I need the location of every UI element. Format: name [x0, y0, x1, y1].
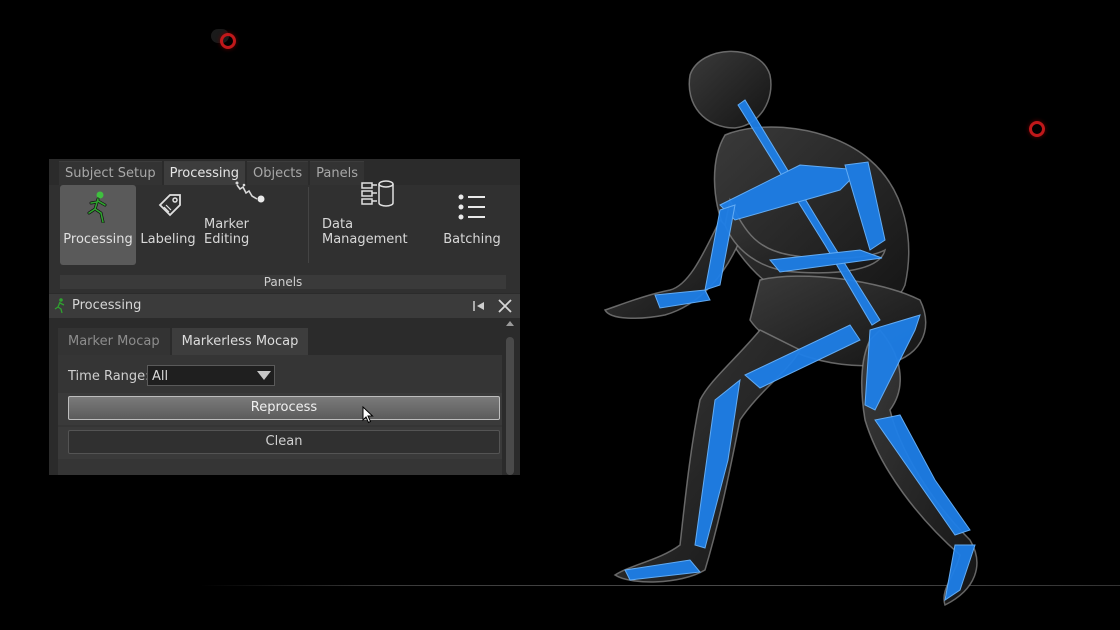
panel-scrollbar[interactable]	[505, 321, 515, 475]
time-range-label: Time Range:	[68, 369, 150, 384]
tool-labeling-label: Labeling	[140, 232, 196, 247]
close-icon[interactable]	[495, 296, 515, 316]
tool-processing[interactable]: Processing	[60, 185, 136, 265]
tag-icon	[151, 190, 185, 224]
processing-panel: Subject Setup Processing Objects Panels …	[49, 159, 520, 475]
tool-batching[interactable]: Batching	[441, 185, 503, 265]
clean-row: Clean	[58, 427, 502, 459]
tab-markerless-mocap[interactable]: Markerless Mocap	[171, 328, 309, 355]
data-management-icon	[361, 179, 395, 209]
pin-panel-icon[interactable]	[471, 298, 487, 314]
time-range-select[interactable]: All	[147, 365, 275, 386]
clean-button[interactable]: Clean	[68, 430, 500, 454]
scrollbar-thumb[interactable]	[506, 337, 514, 475]
list-icon	[455, 190, 489, 224]
ribbon-tabs: Subject Setup Processing Objects Panels	[59, 161, 364, 186]
tool-batching-label: Batching	[443, 232, 501, 247]
tool-marker-editing[interactable]: Marker Editing	[204, 181, 296, 265]
processing-panel-title: Processing	[72, 298, 142, 313]
tab-panels[interactable]: Panels	[310, 161, 364, 186]
markerless-mocap-content: Time Range: All Reprocess Clean	[58, 355, 502, 475]
reprocess-button[interactable]: Reprocess	[68, 396, 500, 420]
marker-editing-icon	[233, 179, 267, 209]
processing-header: Processing	[49, 294, 520, 318]
scroll-up-icon[interactable]	[506, 321, 514, 326]
tool-processing-label: Processing	[63, 232, 133, 247]
tool-labeling[interactable]: Labeling	[138, 185, 198, 265]
tab-subject-setup[interactable]: Subject Setup	[59, 161, 162, 186]
running-figure-icon	[53, 298, 67, 314]
ribbon-group-label: Panels	[60, 275, 506, 289]
tab-marker-mocap[interactable]: Marker Mocap	[58, 328, 170, 355]
figure-head	[688, 50, 772, 129]
chevron-down-icon	[257, 371, 271, 380]
tool-data-management[interactable]: Data Management	[322, 180, 434, 265]
running-figure-icon	[81, 190, 115, 224]
tool-data-management-label: Data Management	[322, 217, 408, 247]
tool-marker-editing-label: Marker Editing	[204, 217, 250, 247]
reprocess-row: Reprocess	[58, 393, 502, 425]
mouse-cursor-icon	[362, 405, 374, 424]
ribbon-toolbar: Processing Labeling Marker Editing Data …	[49, 180, 520, 293]
ribbon-separator	[308, 187, 309, 263]
processing-sub-tabs: Marker Mocap Markerless Mocap	[58, 328, 309, 355]
time-range-value: All	[152, 369, 169, 384]
